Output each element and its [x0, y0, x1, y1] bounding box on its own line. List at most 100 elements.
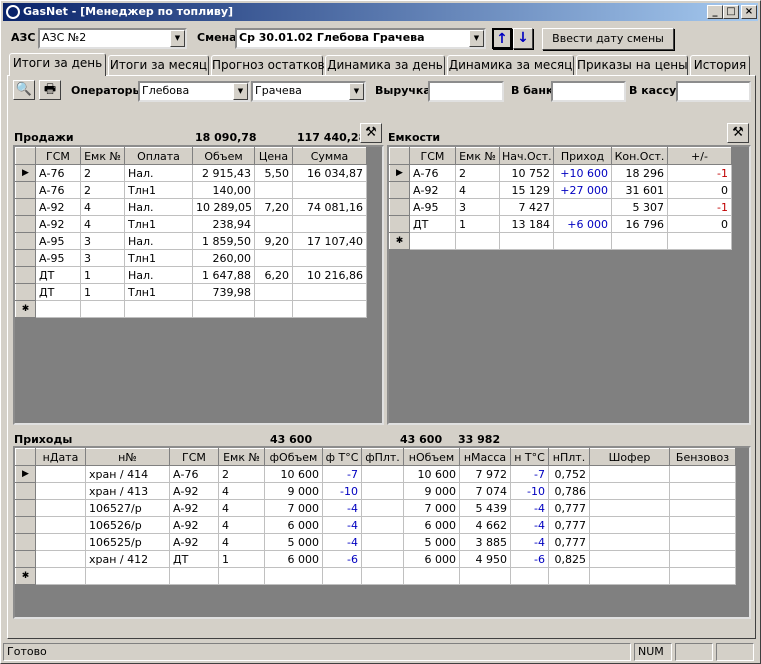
- table-cell[interactable]: [589, 567, 670, 585]
- table-cell[interactable]: [292, 300, 367, 318]
- table-cell[interactable]: А-95: [35, 249, 81, 267]
- table-cell[interactable]: [35, 533, 86, 551]
- table-cell[interactable]: [548, 567, 590, 585]
- table-cell[interactable]: 31 601: [611, 181, 668, 199]
- table-cell[interactable]: ДТ: [409, 215, 456, 233]
- table-cell[interactable]: [85, 567, 170, 585]
- table-cell[interactable]: -4: [322, 516, 362, 534]
- column-header[interactable]: ГСМ: [409, 147, 456, 165]
- table-row[interactable]: ДТ 1 Нал. 1 647,88 6,20 10 216,86: [15, 266, 367, 284]
- row-indicator[interactable]: [15, 533, 36, 551]
- table-cell[interactable]: А-76: [409, 164, 456, 182]
- table-cell[interactable]: -7: [322, 465, 362, 483]
- revenue-input[interactable]: [428, 81, 504, 102]
- tab-price-orders[interactable]: Приказы на цены: [576, 55, 688, 75]
- column-header[interactable]: Оплата: [124, 147, 193, 165]
- table-cell[interactable]: [669, 516, 736, 534]
- column-header[interactable]: Кон.Ост.: [611, 147, 668, 165]
- table-row[interactable]: А-95 3 Нал. 1 859,50 9,20 17 107,40: [15, 232, 367, 250]
- table-cell[interactable]: ДТ: [35, 283, 81, 301]
- table-cell[interactable]: [589, 465, 670, 483]
- enter-date-button[interactable]: Ввести дату смены: [542, 28, 674, 50]
- print-button[interactable]: 🖶: [39, 80, 61, 100]
- table-row[interactable]: ▶ А-76 2 10 752 +10 600 18 296 -1: [389, 164, 732, 182]
- column-header[interactable]: Нач.Ост.: [499, 147, 554, 165]
- table-cell[interactable]: 1: [218, 550, 265, 568]
- table-cell[interactable]: [35, 567, 86, 585]
- table-cell[interactable]: [361, 516, 404, 534]
- table-cell[interactable]: хран / 413: [85, 482, 170, 500]
- table-cell[interactable]: 10 600: [264, 465, 323, 483]
- current-row-indicator[interactable]: ▶: [389, 164, 410, 182]
- table-cell[interactable]: 0,777: [548, 499, 590, 517]
- arrow-down-button[interactable]: ↓: [513, 28, 533, 49]
- table-cell[interactable]: 7,20: [254, 198, 293, 216]
- table-cell[interactable]: 13 184: [499, 215, 554, 233]
- minimize-button[interactable]: _: [707, 5, 723, 19]
- table-cell[interactable]: 16 796: [611, 215, 668, 233]
- table-cell[interactable]: [361, 482, 404, 500]
- table-cell[interactable]: [669, 499, 736, 517]
- table-cell[interactable]: 5 000: [403, 533, 460, 551]
- new-row-icon[interactable]: ✱: [15, 300, 36, 318]
- table-cell[interactable]: 7 000: [264, 499, 323, 517]
- table-cell[interactable]: [35, 482, 86, 500]
- table-cell[interactable]: 3 885: [459, 533, 511, 551]
- table-cell[interactable]: Тлн1: [124, 181, 193, 199]
- table-cell[interactable]: 9 000: [403, 482, 460, 500]
- table-cell[interactable]: 15 129: [499, 181, 554, 199]
- table-cell[interactable]: [218, 567, 265, 585]
- table-cell[interactable]: 74 081,16: [292, 198, 367, 216]
- table-cell[interactable]: -7: [510, 465, 549, 483]
- table-cell[interactable]: 1: [80, 283, 125, 301]
- table-cell[interactable]: [589, 533, 670, 551]
- table-cell[interactable]: 7 427: [499, 198, 554, 216]
- table-cell[interactable]: 6 000: [403, 516, 460, 534]
- column-header[interactable]: фОбъем: [264, 448, 323, 466]
- row-indicator[interactable]: [15, 499, 36, 517]
- table-cell[interactable]: 10 289,05: [192, 198, 255, 216]
- table-cell[interactable]: 6 000: [264, 516, 323, 534]
- table-cell[interactable]: 4: [80, 198, 125, 216]
- table-cell[interactable]: [361, 465, 404, 483]
- table-cell[interactable]: +10 600: [553, 164, 612, 182]
- tab-monthly-dynamics[interactable]: Динамика за месяц: [447, 55, 574, 75]
- table-cell[interactable]: [292, 215, 367, 233]
- table-cell[interactable]: [589, 516, 670, 534]
- column-header[interactable]: ГСМ: [169, 448, 219, 466]
- table-row[interactable]: А-76 2 Тлн1 140,00: [15, 181, 367, 199]
- preview-button[interactable]: 🔍: [13, 80, 35, 100]
- column-header[interactable]: нМасса: [459, 448, 511, 466]
- new-row[interactable]: ✱: [15, 300, 367, 318]
- table-row[interactable]: хран / 413 А-92 4 9 000 -10 9 000 7 074 -10 0,78…: [15, 482, 736, 500]
- table-cell[interactable]: 10 752: [499, 164, 554, 182]
- table-cell[interactable]: Нал.: [124, 266, 193, 284]
- chevron-down-icon[interactable]: ▼: [170, 30, 185, 47]
- table-cell[interactable]: 6 000: [403, 550, 460, 568]
- table-cell[interactable]: 0,777: [548, 533, 590, 551]
- table-cell[interactable]: 1 859,50: [192, 232, 255, 250]
- table-row[interactable]: А-92 4 Тлн1 238,94: [15, 215, 367, 233]
- column-header[interactable]: Емк №: [455, 147, 500, 165]
- tab-daily-totals[interactable]: Итоги за день: [9, 53, 106, 76]
- table-cell[interactable]: [169, 567, 219, 585]
- table-cell[interactable]: -10: [322, 482, 362, 500]
- table-cell[interactable]: 140,00: [192, 181, 255, 199]
- bank-input[interactable]: [551, 81, 626, 102]
- table-cell[interactable]: 3: [80, 249, 125, 267]
- table-cell[interactable]: 10 600: [403, 465, 460, 483]
- table-cell[interactable]: Тлн1: [124, 215, 193, 233]
- table-cell[interactable]: 4: [80, 215, 125, 233]
- maximize-button[interactable]: □: [723, 5, 739, 19]
- column-header[interactable]: Объем: [192, 147, 255, 165]
- column-header[interactable]: фПлт.: [361, 448, 404, 466]
- table-cell[interactable]: -1: [667, 198, 732, 216]
- row-indicator[interactable]: [389, 215, 410, 233]
- table-cell[interactable]: [254, 215, 293, 233]
- table-cell[interactable]: [669, 533, 736, 551]
- row-indicator[interactable]: [15, 232, 36, 250]
- table-row[interactable]: 106526/р А-92 4 6 000 -4 6 000 4 662 -4 0,777: [15, 516, 736, 534]
- table-cell[interactable]: [669, 482, 736, 500]
- new-row-icon[interactable]: ✱: [389, 232, 410, 250]
- row-indicator[interactable]: [15, 516, 36, 534]
